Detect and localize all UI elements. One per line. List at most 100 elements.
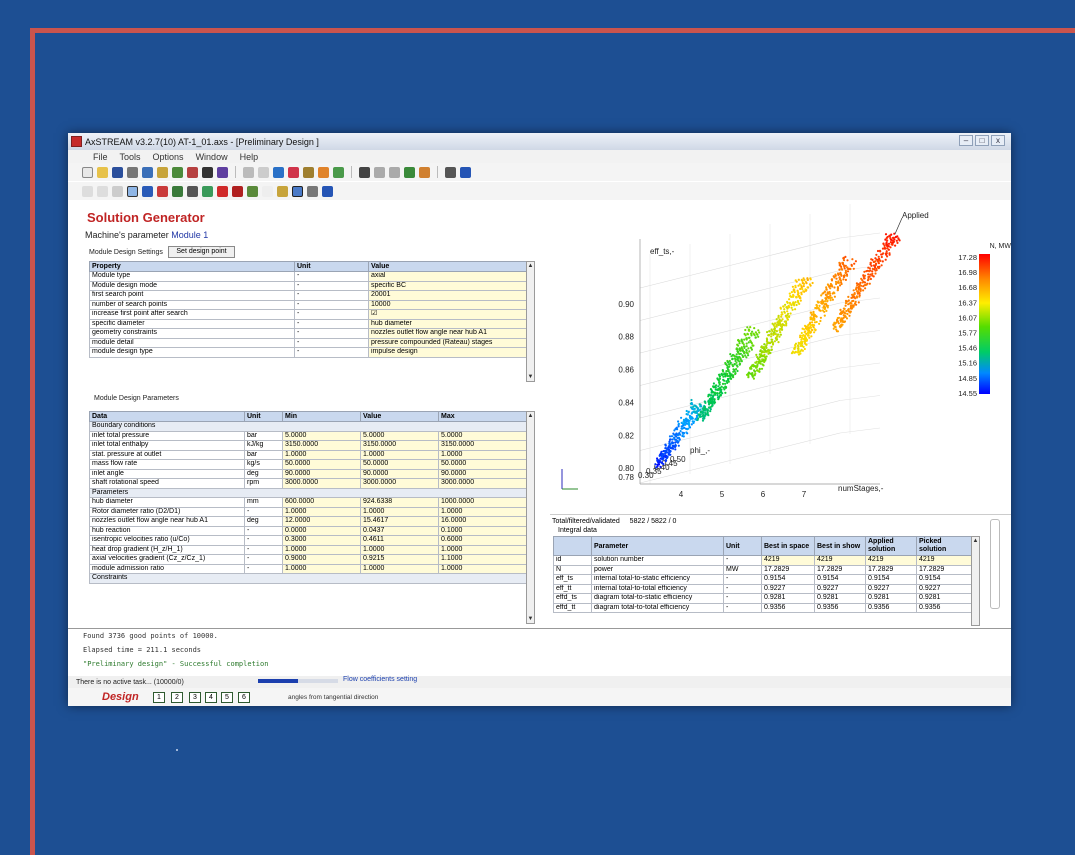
save-icon[interactable] [112,166,123,178]
value-cell[interactable]: 0.9215 [360,554,439,565]
table-row[interactable]: increase first point after search - ☑ [89,309,527,320]
settings-icon[interactable] [112,185,123,197]
undo-icon[interactable] [97,185,108,197]
table-row[interactable]: module admission ratio -1.0000 1.0000 1.000… [89,563,527,574]
compute-icon[interactable] [404,166,415,178]
table-row[interactable]: effd_tt diagram total-to-total efficiency… [553,602,972,613]
value-cell[interactable]: 1.0000 [360,506,439,517]
min-cell[interactable]: 1.0000 [282,544,361,555]
columns-icon[interactable] [247,185,258,197]
paste-icon[interactable] [389,166,400,178]
value-cell[interactable]: 50.0000 [360,459,439,470]
table-row[interactable]: Rotor diameter ratio (D2/D1) -1.0000 1.000… [89,506,527,517]
value-cell[interactable]: 1.0000 [360,563,439,574]
max-cell[interactable]: 1.0000 [438,563,527,574]
params-scrollbar[interactable]: ▲ ▼ [526,411,535,624]
cross-icon[interactable] [232,185,243,197]
min-cell[interactable]: 3150.0000 [282,440,361,451]
value-cell[interactable]: nozzles outlet flow angle near hub A1 [368,328,527,339]
blank-icon[interactable] [262,185,273,197]
table-row[interactable]: geometry constraints - nozzles outlet flow… [89,328,527,339]
table-view-icon[interactable] [292,185,303,197]
results-scrollbar[interactable]: ▲ [971,536,980,626]
map-icon[interactable] [217,166,228,178]
scroll-down-icon[interactable]: ▼ [527,373,534,381]
flow-path-icon[interactable] [142,166,153,178]
table-row[interactable]: nozzles outlet flow angle near hub A1 deg… [89,516,527,527]
layers-icon[interactable] [187,185,198,197]
max-cell[interactable]: 0.1000 [438,525,527,536]
edit-icon[interactable] [258,166,269,178]
export-icon[interactable] [243,166,254,178]
min-cell[interactable]: 3000.0000 [282,478,361,489]
stage-chart-icon[interactable] [172,166,183,178]
table-row[interactable]: inlet angle deg 90.0000 90.0000 90.0000 [89,468,527,479]
section-row[interactable]: Parameters [89,487,527,498]
scroll-down-icon[interactable]: ▼ [527,615,534,623]
grid-icon[interactable] [202,185,213,197]
help-icon[interactable] [445,166,456,178]
section-row[interactable]: Constraints [89,573,527,584]
menu-tools[interactable]: Tools [120,152,141,162]
value-cell[interactable]: specific BC [368,280,527,291]
min-cell[interactable]: 0.0000 [282,525,361,536]
value-cell[interactable]: 5.0000 [360,430,439,441]
value-cell[interactable]: 1.0000 [360,544,439,555]
menu-file[interactable]: File [93,152,108,162]
min-cell[interactable]: 1.0000 [282,563,361,574]
search-icon[interactable] [142,185,153,197]
value-cell[interactable]: 0.4611 [360,535,439,546]
value-cell[interactable]: axial [368,271,527,282]
chart-view-icon[interactable] [277,185,288,197]
graph-icon[interactable] [303,166,314,178]
max-cell[interactable]: 1.0000 [438,506,527,517]
bar-chart-icon[interactable] [157,166,168,178]
module-icon[interactable] [359,166,370,178]
scroll-up-icon[interactable]: ▲ [527,262,534,270]
close-button[interactable]: x [991,135,1005,146]
scatter-3d-chart[interactable]: 0.90 0.88 0.86 0.84 0.82 0.800.78 4 5 6 7 numStage… [550,204,1011,510]
filter-icon[interactable] [157,185,168,197]
table-row[interactable]: module design type - impulse design [89,347,527,358]
copy-icon[interactable] [374,166,385,178]
max-cell[interactable]: 1.0000 [438,449,527,460]
value-cell[interactable]: 924.6338 [360,497,439,508]
stage-2-button[interactable]: 2 [171,692,183,703]
blade-chart-icon[interactable] [187,166,198,178]
table-row[interactable]: shaft rotational speed rpm 3000.0000 3000.0… [89,478,527,489]
max-cell[interactable]: 1.1000 [438,554,527,565]
table-row[interactable]: hub reaction -0.0000 0.0437 0.1000 [89,525,527,536]
table-row[interactable]: specific diameter - hub diameter [89,318,527,329]
table-icon[interactable] [333,166,344,178]
value-cell[interactable]: 3000.0000 [360,478,439,489]
max-cell[interactable]: 1.0000 [438,544,527,555]
value-cell[interactable]: ☑ [368,309,527,320]
table-row[interactable]: eff_tt internal total-to-total efficiency… [553,583,972,594]
menu-help[interactable]: Help [240,152,259,162]
value-cell[interactable]: pressure compounded (Rateau) stages [368,337,527,348]
stage-1-button[interactable]: 1 [153,692,165,703]
stage-5-button[interactable]: 5 [221,692,233,703]
delete-icon[interactable] [217,185,228,197]
max-cell[interactable]: 90.0000 [438,468,527,479]
value-cell[interactable]: 90.0000 [360,468,439,479]
table-row[interactable]: eff_ts internal total-to-static efficienc… [553,574,972,585]
table-row[interactable]: Module design mode - specific BC [89,280,527,291]
min-cell[interactable]: 600.0000 [282,497,361,508]
min-cell[interactable]: 1.0000 [282,506,361,517]
machine-parameter-value[interactable]: Module 1 [171,230,208,240]
table-row[interactable]: isentropic velocities ratio (u/Co) -0.300… [89,535,527,546]
max-cell[interactable]: 3150.0000 [438,440,527,451]
settings-scrollbar[interactable]: ▲ ▼ [526,261,535,382]
scroll-up-icon[interactable]: ▲ [972,537,979,545]
max-cell[interactable]: 1000.0000 [438,497,527,508]
menu-options[interactable]: Options [153,152,184,162]
max-cell[interactable]: 0.6000 [438,535,527,546]
min-cell[interactable]: 1.0000 [282,449,361,460]
stage-6-button[interactable]: 6 [238,692,250,703]
info-icon[interactable] [460,166,471,178]
table-row[interactable]: Npower MW 17.2829 17.2829 17.2829 17.2829 [553,564,972,575]
table-row[interactable]: inlet total pressure bar 5.0000 5.0000 5.000… [89,430,527,441]
stage-3-button[interactable]: 3 [189,692,201,703]
report-icon[interactable] [307,185,318,197]
